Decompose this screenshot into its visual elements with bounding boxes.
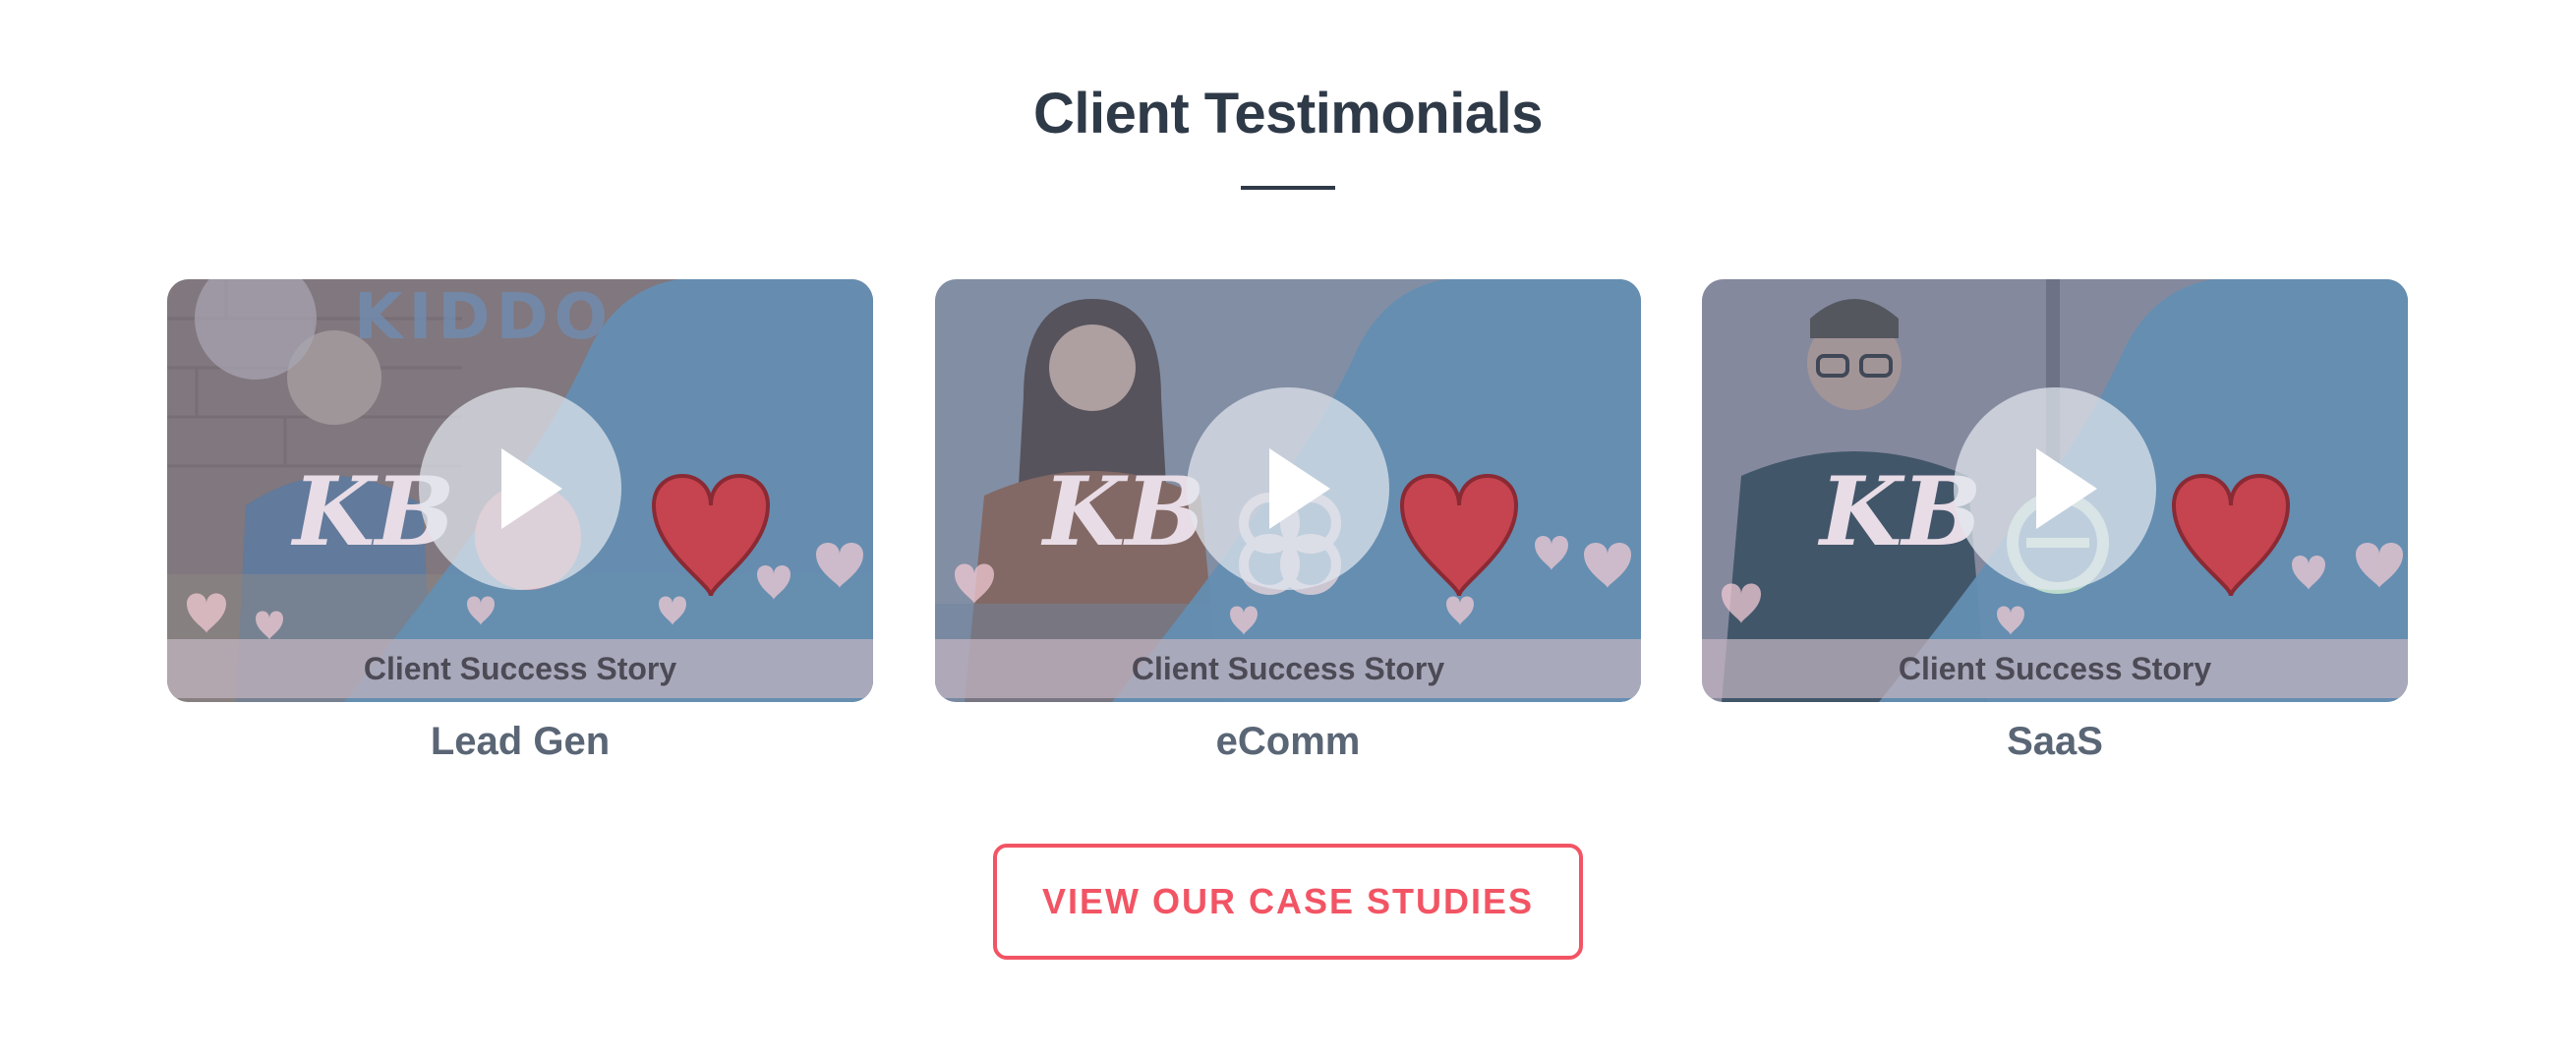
play-button[interactable] [419, 387, 621, 590]
testimonial-card-lead-gen: KIDDO KB Client Success Story Lead Gen [167, 279, 873, 764]
kb-logo: KB [1040, 456, 1205, 567]
thumbnail-caption: Client Success Story [935, 639, 1641, 698]
play-button[interactable] [1187, 387, 1389, 590]
card-label: eComm [1215, 720, 1361, 763]
card-label: SaaS [2007, 720, 2103, 763]
testimonial-card-ecomm: KB Client Success Story eComm [935, 279, 1641, 764]
play-button[interactable] [1954, 387, 2156, 590]
card-label: Lead Gen [430, 720, 611, 763]
video-thumbnail[interactable]: KB Client Success Story [1702, 279, 2408, 702]
testimonial-card-saas: KB Client Success Story SaaS [1702, 279, 2408, 764]
play-icon [1269, 448, 1330, 529]
title-divider [1241, 186, 1335, 190]
play-icon [2036, 448, 2097, 529]
video-thumbnail[interactable]: KIDDO KB Client Success Story [167, 279, 873, 702]
video-thumbnail[interactable]: KB Client Success Story [935, 279, 1641, 702]
thumbnail-caption: Client Success Story [167, 639, 873, 698]
thumbnail-caption: Client Success Story [1702, 639, 2408, 698]
play-icon [501, 448, 562, 529]
view-case-studies-button[interactable]: VIEW OUR CASE STUDIES [993, 844, 1583, 960]
section-title: Client Testimonials [1033, 82, 1543, 146]
